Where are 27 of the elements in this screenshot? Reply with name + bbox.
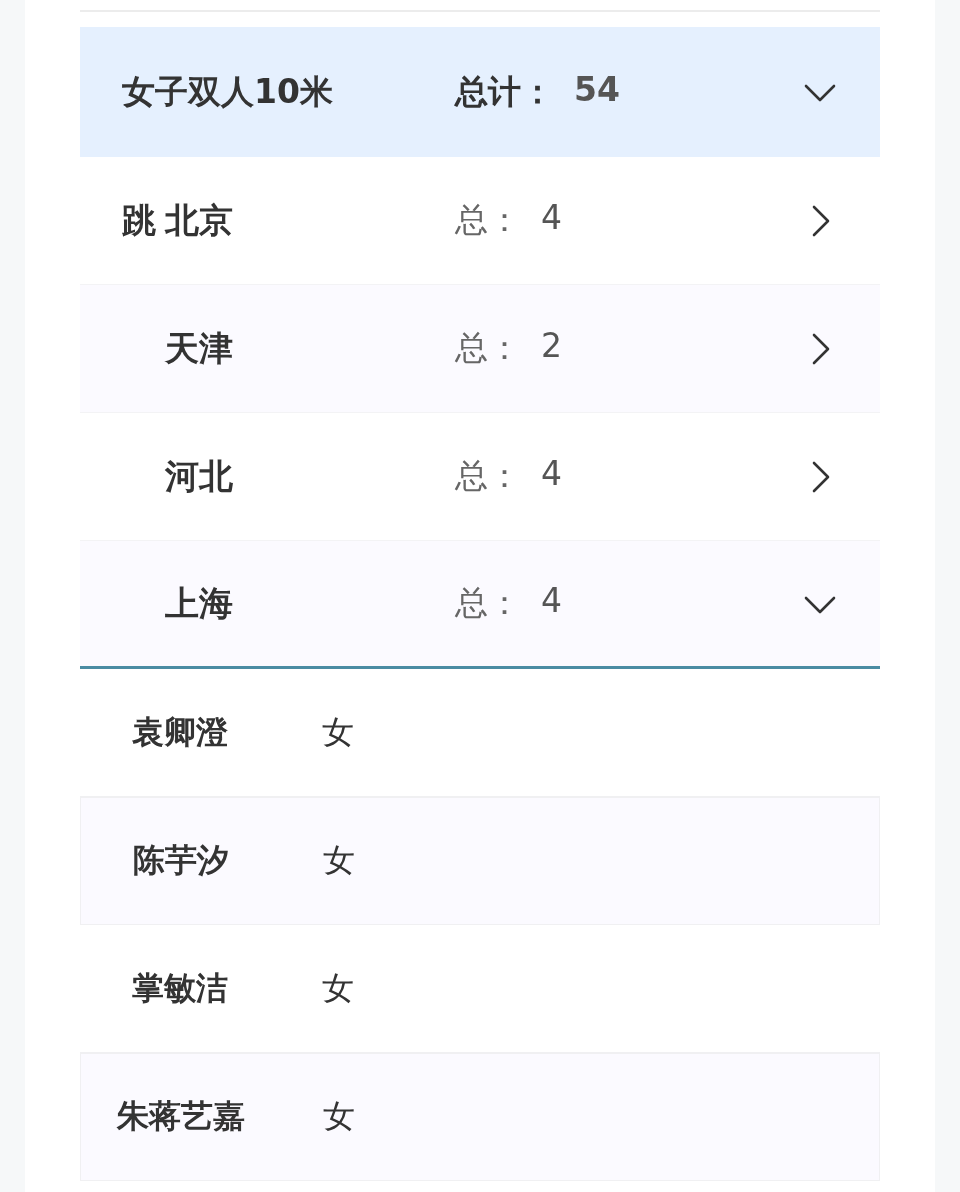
athlete-name: 陈芋汐 — [132, 840, 230, 881]
province-name: 上海 — [165, 581, 234, 625]
total-count: 4 — [541, 581, 562, 622]
total-label: 总计： — [455, 70, 554, 113]
province-name: 天津 — [165, 326, 234, 370]
province-row[interactable]: 上海 总： 4 — [80, 541, 880, 669]
total-count: 2 — [541, 326, 562, 367]
athlete-name: 掌敏洁 — [131, 967, 229, 1009]
province-row[interactable]: 天津 总： 2 — [80, 285, 880, 413]
event-row[interactable]: 女子双人10米 总计： 54 — [80, 27, 880, 157]
total-label: 总： — [455, 199, 521, 241]
event-name: 女子双人10米 — [122, 70, 334, 113]
total-label: 总： — [455, 327, 521, 369]
total-count: 54 — [574, 69, 620, 111]
athlete-gender: 女 — [322, 967, 354, 1009]
total-label: 总： — [455, 455, 521, 497]
athlete-name: 朱蒋艺嘉 — [115, 1096, 246, 1137]
athlete-name: 袁卿澄 — [131, 711, 229, 753]
athlete-gender: 女 — [323, 1096, 355, 1137]
athlete-gender: 女 — [322, 711, 354, 753]
total-label: 总： — [455, 582, 521, 624]
total-count: 4 — [541, 454, 562, 495]
total-count: 4 — [541, 198, 562, 239]
province-name: 河北 — [165, 454, 234, 498]
province-name: 北京 — [165, 198, 234, 242]
athlete-gender: 女 — [323, 840, 355, 881]
prefix-text: 跳 — [122, 198, 156, 242]
